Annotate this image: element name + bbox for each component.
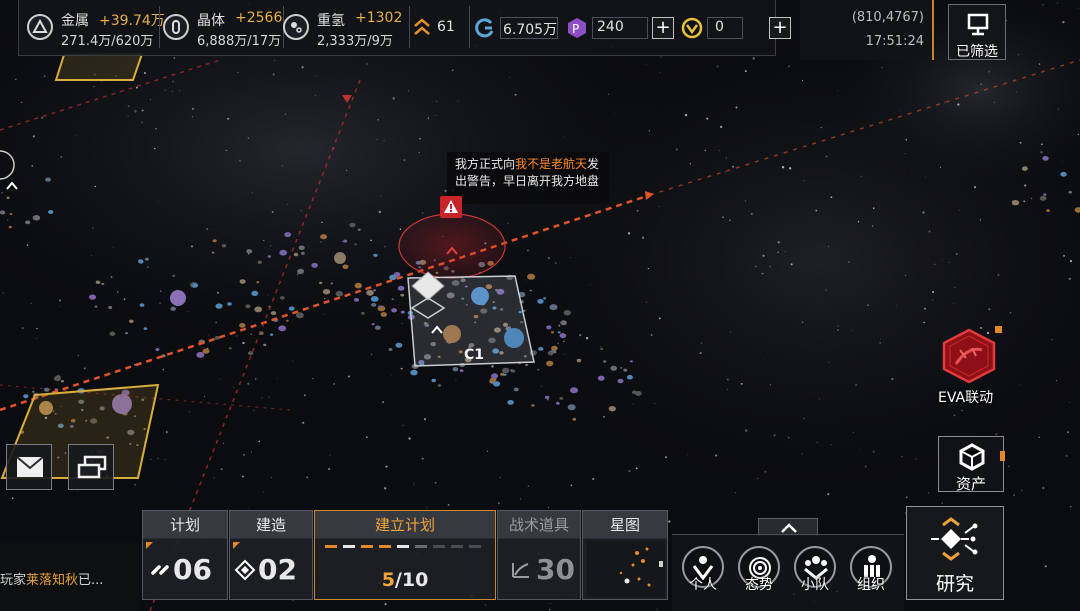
credit-icon bbox=[475, 18, 494, 38]
resource-delta: +39.74万 bbox=[99, 13, 165, 29]
establish-plan-panel[interactable]: 建立计划 5/10 bbox=[314, 510, 496, 600]
svg-text:P: P bbox=[572, 22, 579, 36]
warning-text-post: 发 bbox=[587, 157, 600, 171]
notification-dot bbox=[1000, 451, 1005, 461]
rank-value: 61 bbox=[437, 19, 455, 35]
research-button[interactable]: 研究 bbox=[906, 506, 1004, 600]
plan-progress-segments bbox=[325, 545, 487, 549]
threat-zone[interactable] bbox=[398, 213, 506, 279]
chat-bubbles-icon bbox=[77, 455, 107, 479]
crystal-icon bbox=[163, 14, 189, 40]
ticker-player-name[interactable]: 莱落知秋 bbox=[26, 573, 78, 588]
divider bbox=[409, 6, 410, 48]
starmap-panel[interactable]: 星图 bbox=[582, 510, 668, 600]
research-circuit-icon bbox=[931, 517, 978, 561]
gold-coin-icon bbox=[681, 17, 703, 39]
resource-amount: 2,333万/9万 bbox=[317, 34, 393, 49]
ticker-prefix: 玩家 bbox=[0, 573, 27, 588]
nav-organization-label: 组织 bbox=[857, 577, 885, 593]
warning-text-line2: 出警告，早日离开我方地盘 bbox=[455, 174, 600, 188]
nav-situation-label: 态势 bbox=[745, 577, 773, 593]
resource-amount: 271.4万/620万 bbox=[61, 34, 154, 49]
coordinate-panel: (810,4767) 17:51:24 bbox=[800, 0, 934, 60]
credit-value: 6.705万 bbox=[503, 22, 558, 38]
chevron-up-icon bbox=[781, 523, 797, 533]
cube-icon bbox=[959, 443, 985, 471]
hexagon-currency-icon: P bbox=[568, 18, 586, 38]
eva-nerv-icon bbox=[942, 328, 996, 384]
warning-tooltip: 我方正式向我不是老航天发 出警告，早日离开我方地盘 bbox=[447, 152, 609, 204]
rank-chip[interactable]: 61 bbox=[413, 17, 469, 39]
premium-currency-a[interactable]: P 240 + bbox=[566, 17, 676, 39]
resource-delta: +1302 bbox=[355, 10, 403, 26]
resource-name: 晶体 bbox=[197, 13, 225, 29]
plan-progress: 5/10 bbox=[315, 569, 495, 591]
premium-b-box bbox=[707, 17, 743, 39]
build-title: 建造 bbox=[230, 511, 312, 539]
tactics-panel[interactable]: 战术道具 30 bbox=[497, 510, 581, 600]
assets-label: 资产 bbox=[955, 475, 986, 493]
chat-button[interactable] bbox=[68, 444, 114, 490]
tactics-value: 30 bbox=[536, 553, 575, 586]
credit-chip[interactable]: 6.705万 bbox=[474, 17, 562, 39]
notification-dot bbox=[995, 326, 1002, 333]
filter-button[interactable]: 已筛选 bbox=[948, 4, 1006, 60]
mail-icon bbox=[16, 456, 44, 477]
resource-delta: +2566 bbox=[235, 10, 283, 26]
resource-bar: 金属 +39.74万 271.4万/620万 晶体 +2566 6,888万/1… bbox=[18, 0, 791, 56]
clock: 17:51:24 bbox=[865, 34, 924, 49]
resource-name: 重氢 bbox=[317, 13, 345, 29]
plan-progress-current: 5 bbox=[381, 569, 395, 591]
plan-progress-total: /10 bbox=[394, 569, 429, 591]
coordinate-readout: (810,4767) bbox=[851, 10, 924, 25]
tactics-curve-icon bbox=[512, 563, 529, 578]
build-diamond-icon bbox=[234, 559, 256, 581]
filter-label: 已筛选 bbox=[956, 44, 998, 60]
plan-value: 06 bbox=[173, 553, 212, 586]
warning-target[interactable]: 我不是老航天 bbox=[515, 157, 587, 171]
metal-icon bbox=[27, 14, 53, 40]
resource-amount: 6,888万/17万 bbox=[197, 34, 282, 49]
corner-accent bbox=[146, 542, 153, 549]
link-icon bbox=[151, 565, 169, 575]
resource-name: 金属 bbox=[61, 13, 89, 29]
divider bbox=[469, 6, 470, 48]
nav-personal-label: 个人 bbox=[689, 577, 717, 593]
zone-label: C1 bbox=[464, 347, 484, 363]
eva-label: EVA联动 bbox=[938, 390, 994, 406]
resource-crystal[interactable]: 晶体 +2566 6,888万/17万 bbox=[163, 8, 283, 49]
rank-chevron-icon bbox=[414, 18, 430, 35]
warning-text-pre: 我方正式向 bbox=[455, 157, 516, 171]
add-premium-b-button[interactable]: + bbox=[769, 17, 791, 39]
nav-squad-label: 小队 bbox=[801, 577, 829, 593]
establish-plan-title: 建立计划 bbox=[315, 511, 495, 539]
research-label: 研究 bbox=[935, 573, 974, 595]
build-value: 02 bbox=[258, 553, 297, 586]
ticker-suffix: 已... bbox=[78, 573, 104, 588]
plan-title: 计划 bbox=[143, 511, 227, 539]
chat-ticker[interactable]: 玩家莱落知秋已... bbox=[0, 543, 140, 611]
premium-a-value: 240 bbox=[597, 19, 624, 35]
filter-monitor-icon bbox=[967, 13, 989, 36]
tactics-title: 战术道具 bbox=[498, 511, 580, 539]
mail-button[interactable] bbox=[6, 444, 52, 490]
eva-collab-button[interactable] bbox=[938, 326, 1002, 384]
plan-panel[interactable]: 计划 06 bbox=[142, 510, 228, 600]
build-panel[interactable]: 建造 02 bbox=[229, 510, 313, 600]
deuterium-icon bbox=[283, 14, 309, 40]
premium-currency-b[interactable]: 0 + bbox=[681, 17, 791, 39]
owned-plot[interactable] bbox=[54, 52, 144, 81]
starmap-title: 星图 bbox=[583, 511, 667, 539]
premium-b-value: 0 bbox=[715, 19, 724, 35]
resource-metal[interactable]: 金属 +39.74万 271.4万/620万 bbox=[27, 8, 165, 49]
divider bbox=[159, 6, 160, 48]
assets-button[interactable]: 资产 bbox=[938, 436, 1005, 493]
add-premium-a-button[interactable]: + bbox=[652, 17, 674, 39]
resource-deuterium[interactable]: 重氢 +1302 2,333万/9万 bbox=[283, 8, 407, 49]
minimap[interactable] bbox=[587, 541, 665, 597]
corner-accent bbox=[233, 542, 240, 549]
warning-icon[interactable] bbox=[440, 196, 462, 218]
